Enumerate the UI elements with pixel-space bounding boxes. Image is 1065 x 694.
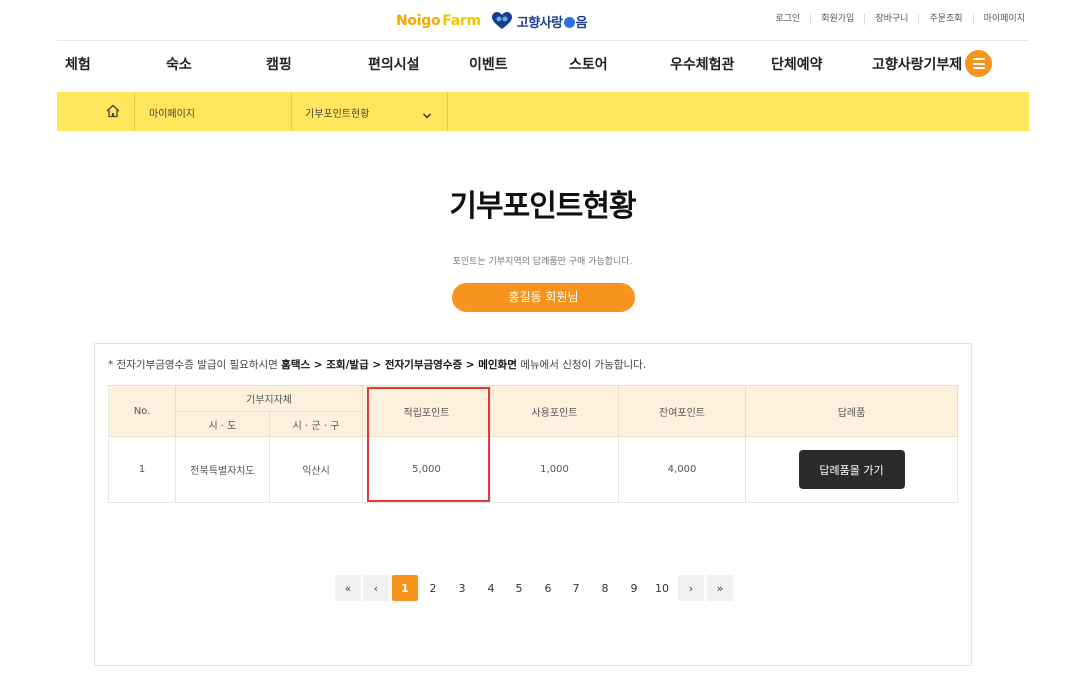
cell-used-points: 1,000 bbox=[491, 437, 619, 503]
header-remaining-points: 잔여포인트 bbox=[619, 386, 746, 437]
nav-item-store[interactable]: 스토어 bbox=[569, 54, 608, 74]
cell-gift: 답례품몰 가기 bbox=[746, 437, 958, 503]
hamburger-icon bbox=[972, 58, 985, 60]
breadcrumb-divider bbox=[134, 92, 135, 131]
pagination-page-10[interactable]: 10 bbox=[649, 575, 675, 601]
nav-item-event[interactable]: 이벤트 bbox=[469, 54, 508, 74]
cell-remaining-points: 4,000 bbox=[619, 437, 746, 503]
hamburger-icon bbox=[972, 67, 985, 69]
pagination-first-button[interactable]: « bbox=[335, 575, 361, 601]
cell-sido: 전북특별자치도 bbox=[176, 437, 270, 503]
pagination-last-button[interactable]: » bbox=[707, 575, 733, 601]
nav-item-group-booking[interactable]: 단체예약 bbox=[771, 54, 823, 74]
breadcrumb-donation-points[interactable]: 기부포인트현황 bbox=[305, 105, 369, 120]
gift-shop-button[interactable]: 답례품몰 가기 bbox=[798, 450, 905, 489]
pagination-page-1[interactable]: 1 bbox=[392, 575, 418, 601]
logo-hometown-text: 고향사랑 음 bbox=[516, 12, 588, 31]
hamburger-icon bbox=[972, 62, 985, 65]
nav-item-best-experience[interactable]: 우수체험관 bbox=[670, 54, 734, 74]
mypage-link[interactable]: 마이페이지 bbox=[972, 14, 1025, 25]
header-no: No. bbox=[109, 386, 176, 437]
cart-link[interactable]: 장바구니 bbox=[864, 14, 918, 25]
nav-item-hometown-donation[interactable]: 고향사랑기부제 bbox=[872, 54, 962, 74]
pagination-page-3[interactable]: 3 bbox=[449, 575, 475, 601]
cell-sigungu: 익산시 bbox=[270, 437, 363, 503]
page-title: 기부포인트현황 bbox=[449, 189, 636, 224]
nav-item-lodging[interactable]: 숙소 bbox=[166, 54, 192, 74]
chevron-down-icon[interactable] bbox=[422, 106, 432, 119]
header-donation-region: 기부지자체 bbox=[176, 386, 363, 412]
pagination-page-6[interactable]: 6 bbox=[535, 575, 561, 601]
pagination-page-4[interactable]: 4 bbox=[478, 575, 504, 601]
logo-hometown-left: 고향사랑 bbox=[516, 15, 563, 31]
nav-item-camping[interactable]: 캠핑 bbox=[266, 54, 292, 74]
utility-links: 로그인 회원가입 장바구니 주문조회 마이페이지 bbox=[765, 14, 1025, 25]
points-content-box: * 전자기부금영수증 발급이 필요하시면 홈택스 > 조회/발급 > 전자기부금… bbox=[94, 343, 972, 666]
pagination-page-7[interactable]: 7 bbox=[563, 575, 589, 601]
header-gift: 답례품 bbox=[746, 386, 958, 437]
notice-path: 홈택스 > 조회/발급 > 전자기부금영수증 > 메인화면 bbox=[281, 359, 517, 371]
logo-dot-icon bbox=[563, 16, 575, 28]
breadcrumb: 마이페이지 기부포인트현황 bbox=[57, 92, 1029, 131]
breadcrumb-mypage[interactable]: 마이페이지 bbox=[149, 105, 195, 120]
page-description: 포인트는 기부지역의 답례품만 구매 가능합니다. bbox=[452, 257, 633, 267]
receipt-notice: * 전자기부금영수증 발급이 필요하시면 홈택스 > 조회/발급 > 전자기부금… bbox=[108, 357, 646, 372]
pagination-prev-button[interactable]: ‹ bbox=[363, 575, 389, 601]
logo-hometown-right: 음 bbox=[575, 15, 588, 31]
header-sigungu: 시 · 군 · 구 bbox=[270, 412, 363, 437]
notice-prefix: * 전자기부금영수증 발급이 필요하시면 bbox=[108, 359, 278, 371]
top-bar: Noigo Farm 고향사랑 음 로그인 회원가입 장바구니 주문조회 마이페이… bbox=[0, 0, 1065, 40]
nav-item-facilities[interactable]: 편의시설 bbox=[368, 54, 420, 74]
logo-noigo-text: Noigo bbox=[396, 13, 441, 29]
pagination-page-9[interactable]: 9 bbox=[621, 575, 647, 601]
hometown-heart-icon bbox=[491, 11, 513, 31]
nav-item-experience[interactable]: 체험 bbox=[65, 54, 91, 74]
site-logo[interactable]: Noigo Farm 고향사랑 음 bbox=[396, 10, 588, 32]
cell-no: 1 bbox=[109, 437, 176, 503]
hamburger-menu-button[interactable] bbox=[965, 50, 992, 77]
pagination-next-button[interactable]: › bbox=[678, 575, 704, 601]
pagination-page-2[interactable]: 2 bbox=[420, 575, 446, 601]
pagination-page-5[interactable]: 5 bbox=[506, 575, 532, 601]
notice-suffix: 메뉴에서 신청이 가능합니다. bbox=[520, 359, 647, 371]
earned-points-highlight bbox=[367, 387, 490, 502]
breadcrumb-divider bbox=[291, 92, 292, 131]
home-icon[interactable] bbox=[105, 103, 121, 119]
logo-farm-text: Farm bbox=[442, 13, 481, 29]
header-used-points: 사용포인트 bbox=[491, 386, 619, 437]
breadcrumb-divider bbox=[447, 92, 448, 131]
header-sido: 시 · 도 bbox=[176, 412, 270, 437]
main-nav: 체험 숙소 캠핑 편의시설 이벤트 스토어 우수체험관 단체예약 고향사랑기부제 bbox=[57, 50, 1029, 78]
login-link[interactable]: 로그인 bbox=[765, 14, 810, 25]
pagination-page-8[interactable]: 8 bbox=[592, 575, 618, 601]
order-lookup-link[interactable]: 주문조회 bbox=[918, 14, 972, 25]
header-divider bbox=[57, 40, 1029, 41]
signup-link[interactable]: 회원가입 bbox=[810, 14, 864, 25]
member-name-badge: 홍길동 회원님 bbox=[452, 283, 635, 312]
